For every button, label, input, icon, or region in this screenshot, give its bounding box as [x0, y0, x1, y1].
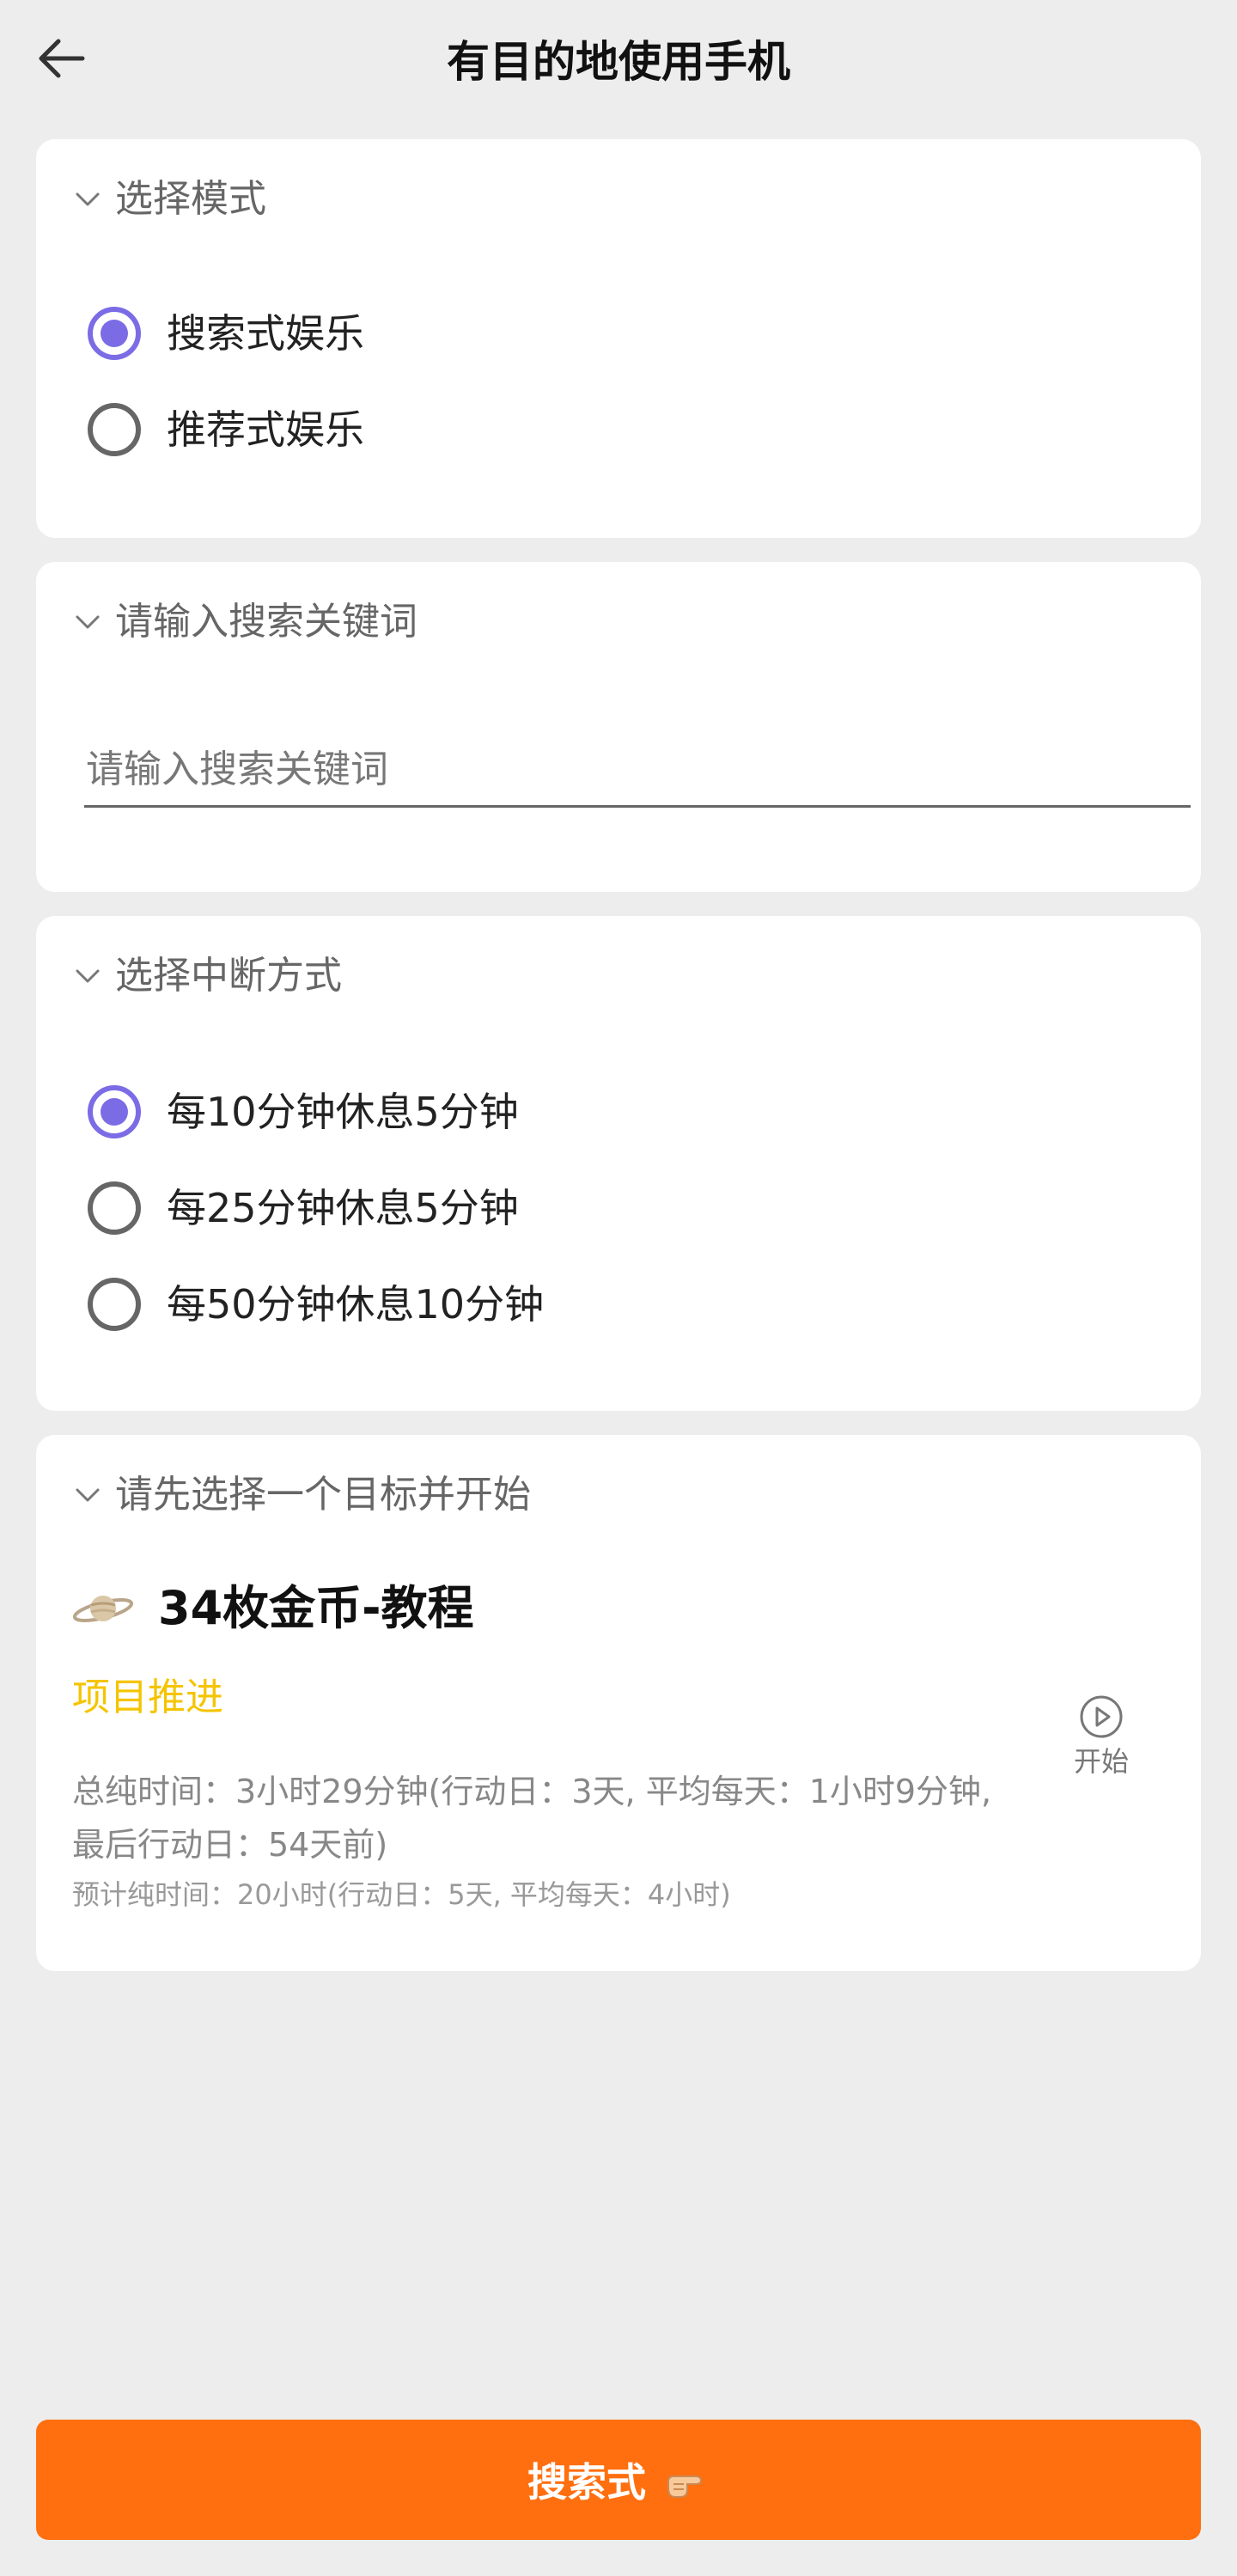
mode-section-title: 选择模式 [115, 177, 266, 221]
goal-estimate-time: 预计纯时间：20小时(行动日：5天, 平均每天：4小时) [72, 1878, 731, 1911]
mode-section-header[interactable]: 选择模式 [70, 174, 266, 225]
keyword-card: 请输入搜索关键词 [36, 562, 1201, 892]
goal-category: 项目推进 [72, 1676, 223, 1719]
planet-icon [72, 1596, 134, 1622]
interrupt-option-label: 每50分钟休息10分钟 [167, 1281, 545, 1328]
mode-option-label: 推荐式娱乐 [167, 406, 364, 453]
keyword-section-title: 请输入搜索关键词 [115, 600, 417, 644]
chevron-down-icon [76, 192, 100, 206]
mode-option-search[interactable]: 搜索式娱乐 [88, 299, 364, 368]
header-bar: 有目的地使用手机 [0, 0, 1237, 129]
chevron-down-icon [76, 615, 100, 629]
search-mode-button-label: 搜索式 [527, 2459, 646, 2506]
interrupt-option-10-5[interactable]: 每10分钟休息5分钟 [88, 1077, 519, 1146]
play-circle-icon [1080, 1695, 1123, 1738]
radio-button[interactable] [88, 1278, 141, 1331]
pointing-hand-icon [667, 2475, 703, 2498]
mode-option-recommend[interactable]: 推荐式娱乐 [88, 395, 364, 464]
radio-button[interactable] [88, 403, 141, 456]
interrupt-section-title: 选择中断方式 [115, 954, 342, 998]
start-button[interactable]: 开始 [1058, 1693, 1144, 1782]
goal-section-header[interactable]: 请先选择一个目标并开始 [70, 1469, 531, 1521]
interrupt-option-25-5[interactable]: 每25分钟休息5分钟 [88, 1174, 519, 1242]
keyword-section-header[interactable]: 请输入搜索关键词 [70, 596, 417, 648]
mode-option-label: 搜索式娱乐 [167, 310, 364, 357]
goal-item-title[interactable]: 34枚金币-教程 [72, 1574, 474, 1643]
interrupt-card: 选择中断方式 每10分钟休息5分钟 每25分钟休息5分钟 每50分钟休息10分钟 [36, 916, 1201, 1411]
start-label: 开始 [1073, 1745, 1129, 1778]
goal-name: 34枚金币-教程 [158, 1581, 474, 1635]
chevron-down-icon [76, 1488, 100, 1502]
search-keyword-input[interactable] [84, 734, 1191, 808]
radio-button[interactable] [88, 1181, 141, 1235]
radio-button-checked[interactable] [88, 307, 141, 360]
interrupt-option-label: 每25分钟休息5分钟 [167, 1185, 519, 1231]
search-mode-button[interactable]: 搜索式 [36, 2420, 1201, 2540]
mode-card: 选择模式 搜索式娱乐 推荐式娱乐 [36, 139, 1201, 538]
goal-section-title: 请先选择一个目标并开始 [115, 1473, 531, 1517]
goal-total-time: 总纯时间：3小时29分钟(行动日：3天, 平均每天：1小时9分钟, 最后行动日：… [72, 1773, 992, 1864]
interrupt-section-header[interactable]: 选择中断方式 [70, 950, 342, 1002]
goal-card: 请先选择一个目标并开始 34枚金币-教程 项目推进 总纯时间：3小时29分钟(行… [36, 1435, 1201, 1971]
page-title: 有目的地使用手机 [447, 37, 790, 87]
radio-button-checked[interactable] [88, 1085, 141, 1138]
chevron-down-icon [76, 969, 100, 983]
interrupt-option-label: 每10分钟休息5分钟 [167, 1089, 519, 1135]
interrupt-option-50-10[interactable]: 每50分钟休息10分钟 [88, 1270, 544, 1339]
